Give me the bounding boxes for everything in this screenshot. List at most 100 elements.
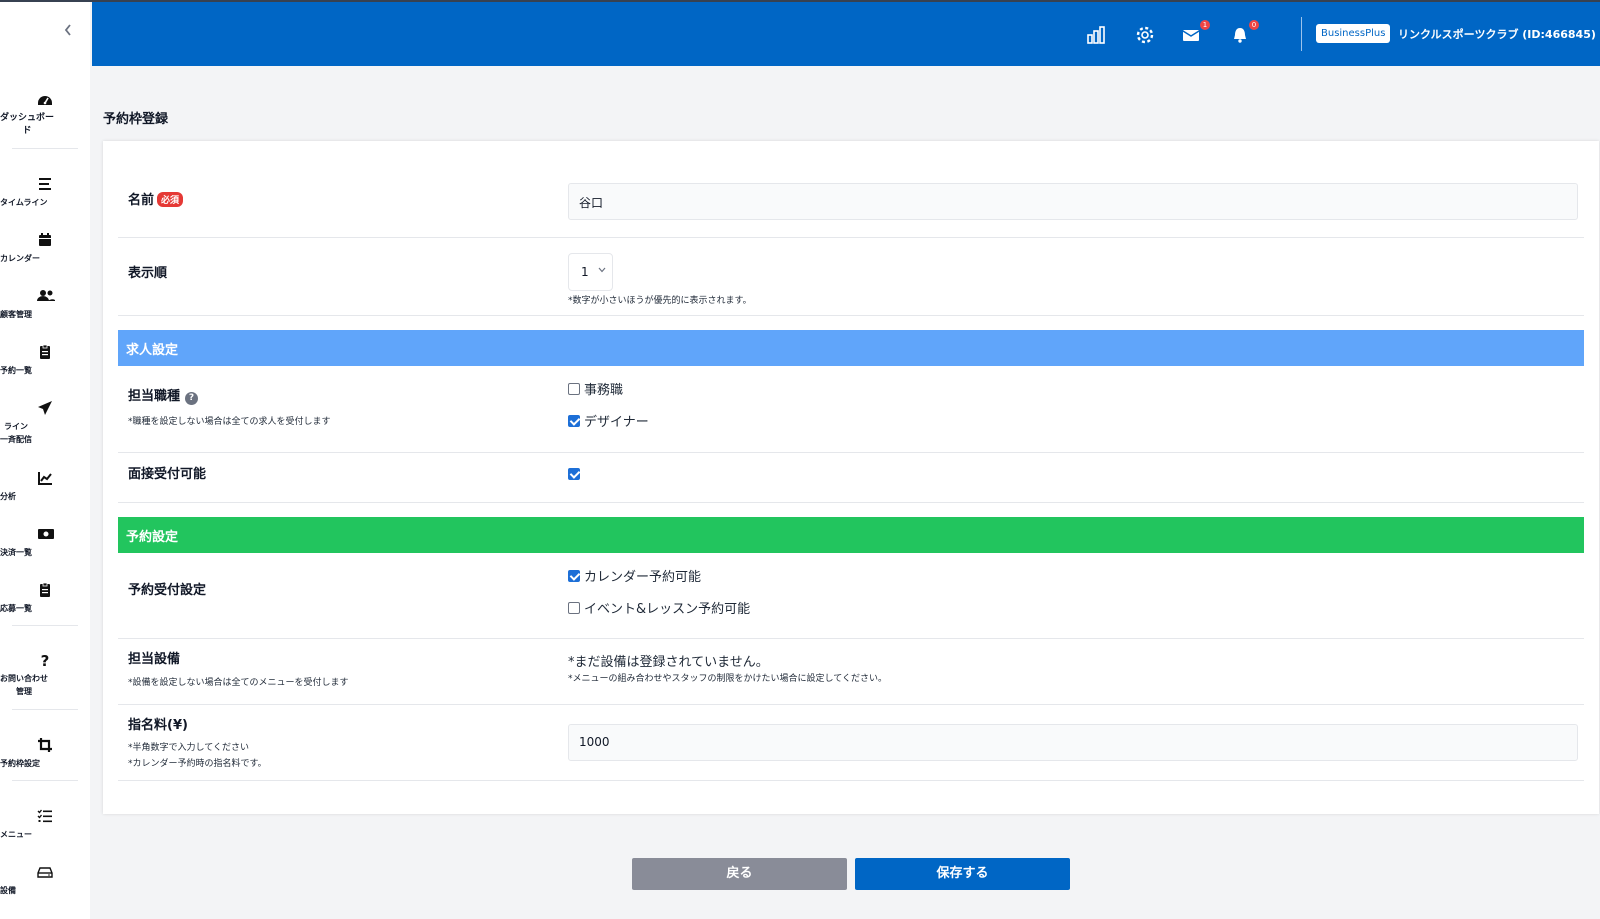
form-card: 名前 必須 谷口 表示順 1 *数字が小さいほうが優先的に表示されます。 求人設定…: [103, 141, 1599, 814]
job-option-designer[interactable]: デザイナー: [568, 411, 649, 430]
sidebar-item-label: 応募一覧: [0, 604, 32, 613]
job-section-header: 求人設定: [118, 330, 1584, 366]
bar-chart-icon[interactable]: [1085, 24, 1107, 46]
job-type-label-text: 担当職種: [128, 389, 181, 404]
sidebar-divider: [12, 148, 78, 149]
mail-icon[interactable]: 1: [1182, 20, 1210, 46]
users-icon: [37, 288, 55, 304]
sidebar-item-label: 顧客管理: [0, 310, 32, 319]
display-order-value: 1: [581, 265, 589, 279]
header-divider: [1301, 17, 1302, 51]
sidebar-item-customers[interactable]: 顧客管理: [0, 288, 90, 319]
sidebar-item-line-broadcast[interactable]: ライン 一斉配信: [0, 400, 90, 444]
chevron-left-icon[interactable]: [64, 24, 72, 40]
sidebar-item-label: タイムライン: [0, 198, 48, 207]
sidebar-item-calendar[interactable]: カレンダー: [0, 232, 90, 263]
equipment-sub-message: *メニューの組み合わせやスタッフの制限をかけたい場合に設定してください。: [568, 674, 887, 684]
sidebar-item-slot-settings[interactable]: 予約枠設定: [0, 737, 90, 768]
question-icon: ?: [37, 652, 53, 670]
save-button[interactable]: 保存する: [855, 858, 1070, 890]
sidebar-item-label: ダッシュボー ド: [0, 113, 55, 136]
checkbox-checked[interactable]: [568, 570, 580, 582]
checkbox-unchecked[interactable]: [568, 602, 580, 614]
bell-icon[interactable]: 0: [1231, 20, 1259, 46]
sidebar-divider: [12, 709, 78, 710]
top-header: 1 0 BusinessPlus リンクルスポーツクラブ (ID:466845): [92, 2, 1600, 66]
top-border: [0, 0, 1600, 2]
mail-count-badge: 1: [1200, 20, 1210, 30]
sidebar-item-menu[interactable]: メニュー: [0, 808, 90, 839]
sidebar-item-label: メニュー: [0, 830, 32, 839]
sidebar-item-label: 分析: [0, 492, 16, 501]
name-input[interactable]: 谷口: [568, 183, 1578, 220]
chart-line-icon: [37, 470, 53, 486]
calendar-icon: [37, 232, 53, 248]
clipboard-icon: [37, 344, 53, 360]
checkbox-checked[interactable]: [568, 468, 580, 480]
required-badge: 必須: [157, 192, 184, 207]
row-divider: [118, 638, 1584, 639]
sidebar-item-label: 予約一覧: [0, 366, 32, 375]
event-reservation-option[interactable]: イベント&レッスン予約可能: [568, 598, 750, 617]
display-order-select[interactable]: 1: [568, 253, 613, 291]
sidebar-item-analytics[interactable]: 分析: [0, 470, 90, 501]
sidebar-item-label: ライン 一斉配信: [0, 422, 32, 444]
fee-note-2: *カレンダー予約時の指名料です。: [128, 759, 267, 769]
display-order-label: 表示順: [128, 266, 168, 281]
display-order-note: *数字が小さいほうが優先的に表示されます。: [568, 296, 752, 306]
checkbox-unchecked[interactable]: [568, 383, 580, 395]
sidebar-item-payments[interactable]: 決済一覧: [0, 526, 90, 557]
calendar-reservation-option[interactable]: カレンダー予約可能: [568, 566, 701, 585]
back-button[interactable]: 戻る: [632, 858, 847, 890]
sidebar-item-equipment[interactable]: 設備: [0, 864, 90, 895]
gear-icon[interactable]: [1134, 24, 1156, 46]
row-divider: [118, 502, 1584, 503]
equipment-empty-message: *まだ設備は登録されていません。: [568, 655, 769, 670]
interview-checkbox[interactable]: [568, 468, 584, 483]
row-divider: [118, 780, 1584, 781]
reservation-accept-label: 予約受付設定: [128, 583, 207, 598]
sidebar-item-label: お問い合わせ 管理: [0, 674, 48, 696]
timeline-icon: [37, 176, 53, 192]
name-label: 名前 必須: [128, 189, 184, 208]
row-divider: [118, 237, 1584, 238]
equipment-note: *設備を設定しない場合は全てのメニューを受付します: [128, 678, 349, 688]
checkbox-label: 事務職: [584, 383, 624, 398]
sidebar-item-label: 予約枠設定: [0, 759, 40, 768]
sidebar-item-label: 設備: [0, 886, 16, 895]
dashboard-icon: [37, 92, 53, 108]
checkbox-checked[interactable]: [568, 415, 580, 427]
reservation-section-header: 予約設定: [118, 517, 1584, 553]
account-name[interactable]: リンクルスポーツクラブ (ID:466845): [1398, 26, 1596, 42]
interview-label: 面接受付可能: [128, 467, 207, 482]
fee-input[interactable]: 1000: [568, 724, 1578, 761]
plan-badge[interactable]: BusinessPlus: [1316, 24, 1391, 43]
page-title: 予約枠登録: [103, 112, 169, 127]
sidebar-item-label: 決済一覧: [0, 548, 32, 557]
sidebar-item-reservations[interactable]: 予約一覧: [0, 344, 90, 375]
sidebar-item-timeline[interactable]: タイムライン: [0, 176, 90, 207]
job-option-office[interactable]: 事務職: [568, 379, 623, 398]
clipboard-list-icon: [37, 582, 53, 598]
sidebar-item-inquiries[interactable]: ? お問い合わせ 管理: [0, 652, 90, 696]
row-divider: [118, 315, 1584, 316]
money-icon: [37, 526, 54, 542]
job-type-label: 担当職種?: [128, 385, 199, 405]
name-label-text: 名前: [128, 193, 155, 208]
sidebar-item-applications[interactable]: 応募一覧: [0, 582, 90, 613]
sidebar-item-dashboard[interactable]: ダッシュボー ド: [0, 92, 90, 136]
sidebar: ダッシュボー ド タイムライン カレンダー 顧客管理 予約一覧 ライン 一斉配信…: [0, 0, 90, 919]
row-divider: [118, 452, 1584, 453]
equipment-label: 担当設備: [128, 652, 181, 667]
equipment-icon: [37, 864, 53, 880]
help-icon[interactable]: ?: [185, 392, 199, 405]
row-divider: [118, 704, 1584, 705]
send-icon: [37, 400, 53, 416]
svg-text:?: ?: [41, 652, 50, 668]
chevron-down-icon: [598, 266, 606, 276]
sidebar-divider: [12, 625, 78, 626]
sidebar-item-label: カレンダー: [0, 254, 40, 263]
job-type-note: *職種を設定しない場合は全ての求人を受付します: [128, 417, 331, 427]
checkbox-label: カレンダー予約可能: [584, 570, 702, 585]
fee-label: 指名料(¥): [128, 718, 188, 733]
